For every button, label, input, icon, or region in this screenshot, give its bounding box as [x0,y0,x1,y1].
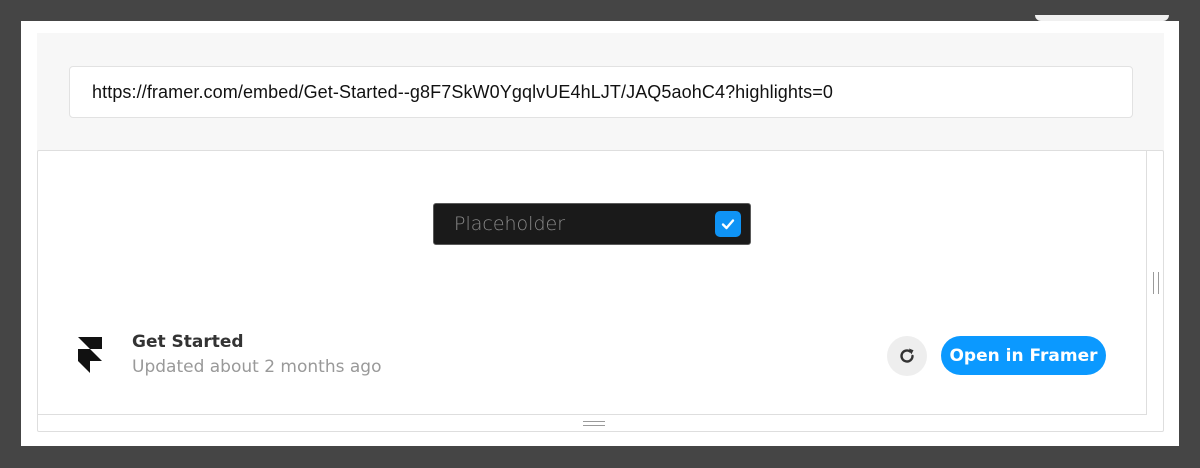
framer-logo-icon [78,337,102,373]
embed-url-text[interactable]: https://framer.com/embed/Get-Started--g8… [92,82,833,103]
embed-url-field[interactable]: https://framer.com/embed/Get-Started--g8… [69,66,1133,118]
resize-handle-right[interactable] [1153,272,1159,294]
placeholder-input[interactable]: Placeholder [433,203,751,245]
embed-preview: Placeholder Get Started Updated about 2 … [38,151,1147,415]
url-area: https://framer.com/embed/Get-Started--g8… [37,33,1164,151]
checkbox[interactable] [715,211,741,237]
check-icon [721,219,735,230]
resize-handle-bottom[interactable] [583,421,605,426]
top-tab [1035,15,1169,21]
refresh-icon [900,348,914,363]
embed-page: https://framer.com/embed/Get-Started--g8… [21,15,1179,446]
project-updated-text: Updated about 2 months ago [132,357,382,377]
refresh-button[interactable] [887,336,927,376]
open-in-framer-button[interactable]: Open in Framer [941,336,1106,375]
embed-frame: Placeholder Get Started Updated about 2 … [37,150,1164,432]
project-title: Get Started [132,332,244,352]
placeholder-text: Placeholder [454,213,566,235]
